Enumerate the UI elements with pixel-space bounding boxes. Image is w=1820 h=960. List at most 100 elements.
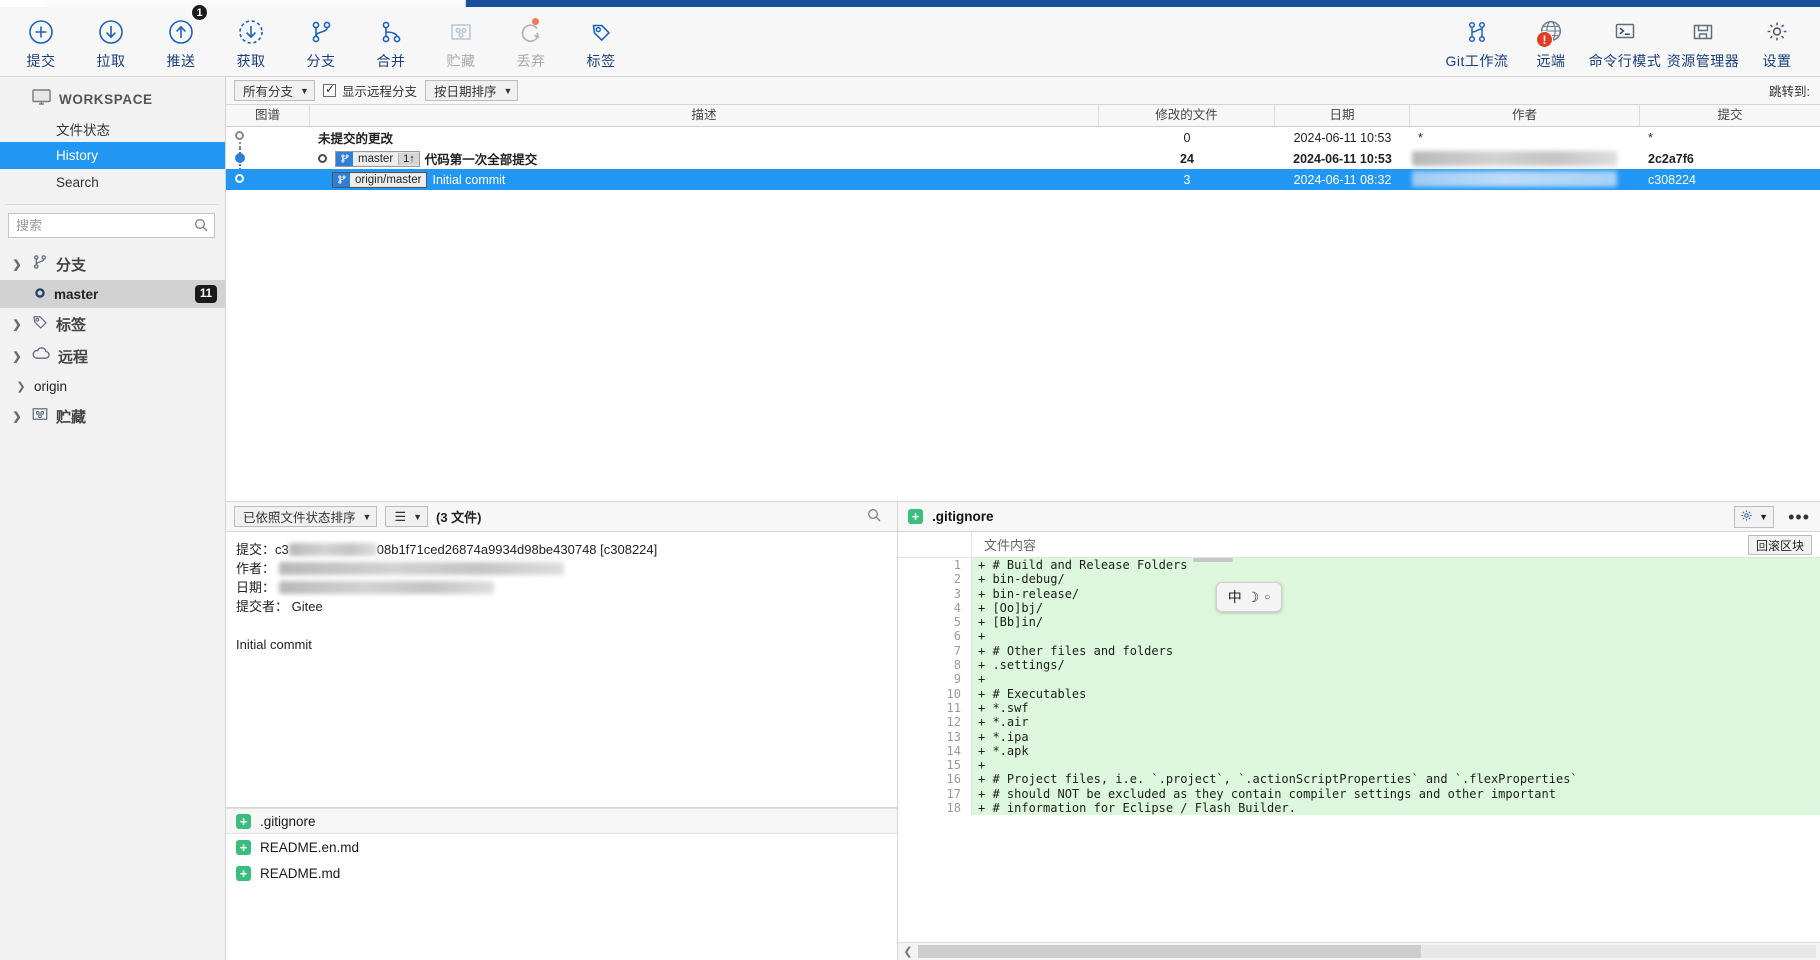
scroll-left-arrow-icon[interactable]: ❮ [898, 945, 918, 958]
sidebar-remote-origin[interactable]: ❯ origin [0, 372, 225, 400]
diff-content-body[interactable]: 1 + # Build and Release Folders 2 + bin-de… [898, 558, 1820, 942]
rollback-hunk-button[interactable]: 回滚区块 [1747, 535, 1812, 555]
detail-committer-label: 提交者： [236, 599, 289, 614]
column-header-date[interactable]: 日期 [1275, 105, 1410, 126]
branch-filter-dropdown[interactable]: 所有分支 ▼ [234, 80, 315, 101]
sidebar-item-label: History [56, 148, 99, 163]
table-row[interactable]: 未提交的更改 0 2024-06-11 10:53 * * [226, 127, 1820, 148]
diff-line: 9 + [898, 672, 1820, 687]
chevron-down-icon: ▼ [362, 511, 372, 522]
diff-content-label: 文件内容 [984, 538, 1037, 553]
panel-resize-grip[interactable] [1193, 558, 1233, 562]
ellipsis-icon[interactable]: ••• [1788, 508, 1810, 526]
toolbar-remote-button[interactable]: ! 远端 [1516, 7, 1586, 75]
branch-ref-chip[interactable]: origin/master [332, 171, 428, 188]
history-filter-bar: 所有分支 ▼ 显示远程分支 按日期排序 ▼ 跳转到: [226, 77, 1820, 105]
search-icon[interactable] [194, 218, 208, 235]
diff-line: 3 + bin-release/ [898, 586, 1820, 601]
file-view-mode-dropdown[interactable]: ☰ ▼ [385, 506, 429, 527]
toolbar-merge-button[interactable]: 合并 [356, 7, 426, 75]
diff-horizontal-scrollbar[interactable]: ❮ [898, 942, 1820, 960]
toolbar-discard-button[interactable]: 丢弃 [496, 7, 566, 75]
sidebar-section-branches[interactable]: ❯ 分支 [0, 248, 225, 280]
toolbar-tag-button[interactable]: 标签 [566, 7, 636, 75]
sidebar-item-history[interactable]: History [0, 142, 225, 169]
diff-line-number: 4 [898, 600, 972, 616]
checkbox-icon [322, 82, 336, 97]
diff-panel-toolbar: + .gitignore ▼ ••• [898, 502, 1820, 532]
commit-graph-cell [226, 148, 310, 169]
scrollbar-track[interactable] [918, 945, 1816, 958]
diff-line-text: + bin-release/ [972, 586, 1820, 601]
diff-line-number: 8 [898, 658, 972, 673]
sidebar-search-wrapper [8, 213, 215, 238]
commit-date: 2024-06-11 10:53 [1293, 130, 1392, 145]
sort-order-dropdown[interactable]: 按日期排序 ▼ [424, 80, 519, 101]
diff-line-text: + # Project files, i.e. `.project`, `.ac… [972, 772, 1820, 787]
diff-line-text: + [972, 629, 1820, 644]
commit-description: 未提交的更改 [318, 132, 394, 146]
branch-ref-chip[interactable]: master 1↑ [335, 150, 420, 167]
toolbar-branch-button[interactable]: 分支 [286, 7, 356, 75]
show-remote-branches-checkbox[interactable]: 显示远程分支 [322, 81, 417, 100]
diff-line-number: 18 [898, 801, 972, 816]
main-toolbar: 提交 拉取 1 推送 获取 分支 合并 贮藏 丢弃 标签 Git工作流 ! 远端… [0, 4, 1820, 77]
chevron-right-icon: ❯ [16, 380, 26, 393]
sidebar-item-search[interactable]: Search [0, 169, 225, 196]
toolbar-settings-button[interactable]: 设置 [1742, 7, 1812, 75]
diff-line: 1 + # Build and Release Folders [898, 558, 1820, 573]
sidebar-branch-master[interactable]: master 11 [0, 280, 225, 308]
column-header-commit[interactable]: 提交 [1640, 105, 1820, 126]
toolbar-stash-button[interactable]: 贮藏 [426, 7, 496, 75]
discard-refresh-icon [517, 16, 545, 48]
toolbar-discard-label: 丢弃 [516, 53, 546, 69]
sidebar-section-tags[interactable]: ❯ 标签 [0, 308, 225, 340]
toolbar-push-label: 推送 [166, 53, 196, 69]
column-header-description[interactable]: 描述 [310, 105, 1099, 126]
diff-line-text: + [Bb]in/ [972, 615, 1820, 630]
file-sort-dropdown[interactable]: 已依照文件状态排序 ▼ [234, 506, 378, 527]
toolbar-terminal-button[interactable]: 命令行模式 [1586, 7, 1664, 75]
date-redacted [278, 581, 494, 594]
diff-line-text: + *.apk [972, 743, 1820, 759]
toolbar-push-button[interactable]: 1 推送 [146, 4, 216, 75]
toolbar-commit-button[interactable]: 提交 [6, 7, 76, 75]
diff-line: 12 + *.air [898, 715, 1820, 730]
sidebar-section-stash[interactable]: ❯ 贮藏 [0, 400, 225, 432]
search-input[interactable] [8, 213, 215, 238]
sidebar-section-remotes[interactable]: ❯ 远程 [0, 340, 225, 372]
list-item[interactable]: + .gitignore [226, 808, 897, 834]
detail-date-label: 日期： [236, 580, 276, 595]
toolbar-fetch-button[interactable]: 获取 [216, 7, 286, 75]
diff-line-text: + [972, 758, 1820, 773]
branch-dot-icon [34, 287, 46, 302]
chevron-down-icon: ▼ [1759, 511, 1769, 522]
workspace-label: WORKSPACE [59, 91, 153, 107]
remote-alert-badge: ! [1536, 31, 1553, 48]
toolbar-explorer-button[interactable]: 资源管理器 [1664, 7, 1742, 75]
search-icon[interactable] [867, 508, 881, 525]
chevron-down-icon: ❯ [12, 350, 22, 363]
sidebar-item-file-status[interactable]: 文件状态 [0, 115, 225, 142]
column-header-files[interactable]: 修改的文件 [1099, 105, 1275, 126]
toolbar-gitflow-button[interactable]: Git工作流 [1438, 7, 1516, 75]
toolbar-pull-button[interactable]: 拉取 [76, 7, 146, 75]
table-row[interactable]: origin/master Initial commit 3 2024-06-1… [226, 169, 1820, 190]
diff-line-number: 9 [898, 672, 972, 687]
column-header-author[interactable]: 作者 [1410, 105, 1640, 126]
merge-icon [377, 16, 405, 48]
diff-settings-button[interactable]: ▼ [1734, 505, 1775, 528]
diff-file-name: .gitignore [932, 509, 994, 524]
diff-gutter-header [898, 531, 972, 558]
workspace-header: WORKSPACE [0, 83, 225, 115]
list-item[interactable]: + README.md [226, 860, 897, 886]
column-header-graph[interactable]: 图谱 [226, 105, 310, 126]
toolbar-right-group: Git工作流 ! 远端 命令行模式 资源管理器 设置 [1438, 7, 1812, 75]
scrollbar-thumb[interactable] [918, 945, 1421, 958]
diff-line-text: + .settings/ [972, 658, 1820, 673]
file-name: README.md [260, 865, 341, 881]
chevron-down-icon: ▼ [503, 85, 513, 96]
diff-line: 18 + # information for Eclipse / Flash Bu… [898, 801, 1820, 816]
table-row[interactable]: master 1↑ 代码第一次全部提交 24 2024-06-11 10:53 … [226, 148, 1820, 169]
list-item[interactable]: + README.en.md [226, 834, 897, 860]
